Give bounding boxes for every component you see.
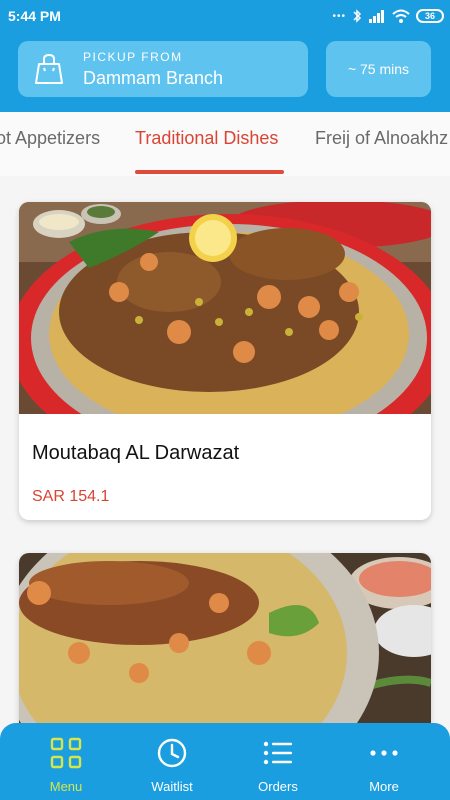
dish-name: Moutabaq AL Darwazat <box>32 442 240 464</box>
signal-icon <box>369 10 384 23</box>
battery-icon: 36 <box>416 9 444 23</box>
dish-price: SAR 154.1 <box>32 488 110 505</box>
eta-badge[interactable]: ~ 75 mins <box>326 41 431 97</box>
nav-menu[interactable]: Menu <box>21 723 111 800</box>
nav-orders[interactable]: Orders <box>233 723 323 800</box>
shopping-bag-icon <box>35 53 63 84</box>
tab-appetizers[interactable]: ot Appetizers <box>0 128 100 149</box>
status-icons: ••• 36 <box>332 6 444 26</box>
grid-icon <box>50 737 82 769</box>
pickup-branch-selector[interactable]: PICKUP FROM Dammam Branch <box>18 41 308 97</box>
tab-freij-of-alnoakhz[interactable]: Freij of Alnoakhz <box>315 128 448 149</box>
nav-more-label: More <box>369 779 399 794</box>
bottom-navigation: Menu Waitlist Orders More <box>0 723 450 800</box>
nav-more[interactable]: More <box>339 723 429 800</box>
list-icon <box>263 741 292 765</box>
notification-dots-icon: ••• <box>332 10 346 22</box>
tab-traditional-dishes[interactable]: Traditional Dishes <box>135 128 278 149</box>
clock-icon <box>157 738 187 768</box>
bluetooth-icon <box>353 9 362 23</box>
nav-orders-label: Orders <box>258 779 298 794</box>
nav-waitlist-label: Waitlist <box>151 779 193 794</box>
category-tabs: ot Appetizers Traditional Dishes Freij o… <box>0 112 450 176</box>
branch-name: Dammam Branch <box>83 68 224 88</box>
dish-image <box>19 202 431 414</box>
header: 5:44 PM ••• 36 PICKUP FROM Dammam Branch… <box>0 0 450 112</box>
active-tab-indicator <box>135 170 284 174</box>
status-time: 5:44 PM <box>8 8 61 24</box>
more-icon <box>370 750 398 756</box>
pickup-label: PICKUP FROM <box>83 50 183 64</box>
status-bar: 5:44 PM ••• 36 <box>0 0 450 32</box>
wifi-icon <box>392 9 410 23</box>
menu-item-card[interactable]: Moutabaq AL Darwazat SAR 154.1 <box>19 202 431 520</box>
nav-menu-label: Menu <box>49 779 83 794</box>
nav-waitlist[interactable]: Waitlist <box>127 723 217 800</box>
